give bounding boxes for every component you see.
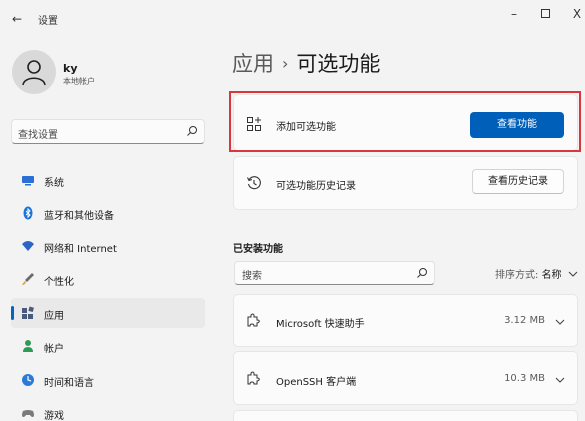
sort-value: 名称	[541, 270, 562, 281]
puzzle-icon	[247, 313, 260, 327]
sidebar-item-label: 应用	[44, 311, 64, 322]
sidebar-item-label: 个性化	[44, 277, 74, 288]
installed-features-heading: 已安装功能	[233, 244, 283, 255]
breadcrumb: 应用 › 可选功能	[232, 48, 380, 78]
feature-name: Microsoft 快速助手	[276, 319, 365, 330]
chevron-down-icon[interactable]	[555, 318, 565, 326]
page-title: 可选功能	[296, 52, 381, 76]
brush-icon	[22, 273, 34, 285]
sidebar-item-system[interactable]: 系统	[11, 165, 205, 195]
highlight-box	[229, 91, 581, 152]
sidebar-item-network[interactable]: 网络和 Internet	[11, 231, 205, 261]
feature-search-placeholder: 搜索	[242, 271, 262, 282]
maximize-icon	[540, 9, 550, 18]
minimize-button[interactable]: –	[502, 4, 526, 24]
sidebar-item-personalization[interactable]: 个性化	[11, 264, 205, 294]
search-icon	[417, 268, 427, 278]
feature-size: 3.12 MB	[504, 315, 545, 326]
sidebar-item-label: 游戏	[44, 411, 64, 421]
account-icon	[23, 340, 33, 352]
sidebar-item-apps[interactable]: 应用	[11, 298, 205, 328]
account-type: 本地帐户	[63, 77, 95, 86]
close-button[interactable]: X	[565, 4, 585, 24]
sidebar-item-label: 系统	[44, 178, 64, 189]
person-icon	[22, 60, 46, 86]
settings-window: ← 设置 – X ky 本地帐户 查找设置 系统 蓝牙和其他设备 网络和 Int…	[0, 0, 585, 421]
sidebar-item-bluetooth[interactable]: 蓝牙和其他设备	[11, 198, 205, 228]
title-bar: ← 设置 – X	[0, 0, 585, 36]
feature-row-openssh[interactable]: OpenSSH 客户端 10.3 MB	[233, 351, 578, 405]
search-icon	[187, 126, 197, 136]
user-name: ky	[63, 62, 78, 75]
avatar[interactable]	[12, 50, 56, 94]
back-button[interactable]: ←	[8, 10, 26, 28]
settings-search-input[interactable]: 查找设置	[11, 119, 205, 144]
sidebar-item-label: 蓝牙和其他设备	[44, 211, 114, 222]
view-history-button[interactable]: 查看历史记录	[472, 169, 564, 194]
sidebar-item-time-language[interactable]: 时间和语言	[11, 365, 205, 395]
globe-clock-icon	[22, 374, 34, 386]
feature-size: 10.3 MB	[504, 373, 545, 384]
feature-row-quick-assist[interactable]: Microsoft 快速助手 3.12 MB	[233, 294, 578, 347]
system-icon	[22, 176, 34, 186]
feature-history-card: 可选功能历史记录 查看历史记录	[233, 156, 578, 210]
chevron-down-icon	[568, 271, 578, 277]
gamepad-icon	[22, 410, 34, 417]
puzzle-icon	[247, 371, 260, 385]
sidebar-item-label: 时间和语言	[44, 378, 94, 389]
sidebar-item-label: 帐户	[44, 344, 64, 355]
search-placeholder: 查找设置	[18, 130, 58, 141]
maximize-button[interactable]	[533, 4, 557, 24]
breadcrumb-separator: ›	[282, 54, 289, 73]
feature-name: OpenSSH 客户端	[276, 377, 357, 388]
wifi-icon	[22, 241, 34, 251]
feature-history-label: 可选功能历史记录	[276, 181, 356, 192]
sort-label: 排序方式:	[495, 270, 539, 281]
bluetooth-icon	[23, 206, 33, 220]
apps-icon	[22, 306, 34, 319]
sidebar-item-gaming[interactable]: 游戏	[11, 398, 205, 421]
feature-search-input[interactable]: 搜索	[234, 261, 435, 285]
chevron-down-icon[interactable]	[555, 376, 565, 384]
breadcrumb-parent[interactable]: 应用	[232, 52, 274, 76]
feature-row-partial[interactable]	[233, 410, 578, 421]
sort-dropdown[interactable]: 排序方式: 名称	[495, 266, 578, 281]
history-icon	[247, 176, 261, 190]
sidebar-item-label: 网络和 Internet	[44, 244, 117, 255]
app-title: 设置	[38, 16, 58, 27]
sidebar-item-accounts[interactable]: 帐户	[11, 331, 205, 361]
